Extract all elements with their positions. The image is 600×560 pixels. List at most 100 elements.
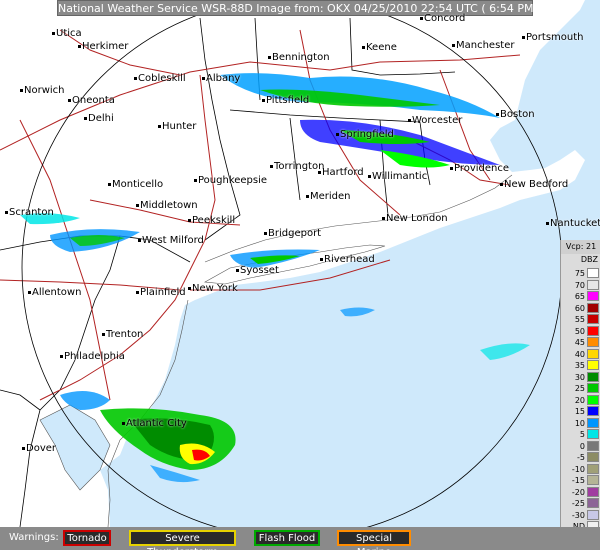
legend-swatch bbox=[587, 509, 599, 520]
legend-row--30: -30 bbox=[561, 509, 600, 521]
legend-swatch bbox=[587, 486, 599, 497]
city-name: Monticello bbox=[112, 179, 164, 190]
legend-swatch bbox=[587, 394, 599, 405]
legend-value: 35 bbox=[574, 361, 585, 370]
city-name: Albany bbox=[206, 73, 241, 84]
legend-value: -15 bbox=[571, 476, 585, 485]
city-label-poughkeepsie: Poughkeepsie bbox=[194, 175, 267, 186]
city-label-hunter: Hunter bbox=[158, 121, 196, 132]
city-name: New Bedford bbox=[504, 179, 569, 190]
city-dot bbox=[20, 88, 23, 92]
city-label-philadelphia: Philadelphia bbox=[60, 351, 125, 362]
legend-row-35: 35 bbox=[561, 360, 600, 371]
city-name: Plainfield bbox=[140, 287, 186, 298]
city-dot bbox=[122, 421, 125, 425]
legend-row-60: 60 bbox=[561, 302, 600, 314]
city-label-pittsfield: Pittsfield bbox=[262, 95, 309, 106]
city-name: Torrington bbox=[274, 161, 325, 172]
legend-value: 45 bbox=[574, 338, 585, 347]
legend-value: -5 bbox=[577, 453, 585, 462]
city-label-west-milford: West Milford bbox=[138, 235, 204, 246]
city-label-trenton: Trenton bbox=[102, 329, 143, 340]
legend-value: 5 bbox=[579, 430, 585, 439]
city-dot bbox=[318, 170, 321, 174]
base-map bbox=[0, 0, 600, 539]
legend-swatch bbox=[587, 371, 599, 382]
city-label-new-york: New York bbox=[188, 283, 238, 294]
city-label-syosset: Syosset bbox=[236, 265, 279, 276]
legend-swatch bbox=[587, 302, 599, 313]
legend-value: 75 bbox=[574, 269, 585, 278]
city-name: Hunter bbox=[162, 121, 197, 132]
legend-row--25: -25 bbox=[561, 498, 600, 509]
legend-row-55: 55 bbox=[561, 314, 600, 325]
city-name: Manchester bbox=[456, 40, 515, 51]
legend-swatch bbox=[587, 314, 599, 324]
city-dot bbox=[368, 174, 371, 178]
city-dot bbox=[134, 76, 137, 80]
city-name: Worcester bbox=[412, 115, 463, 126]
legend-swatch bbox=[587, 348, 599, 359]
legend-swatch bbox=[587, 463, 599, 474]
legend-row-20: 20 bbox=[561, 394, 600, 406]
city-name: Trenton bbox=[106, 329, 144, 340]
city-label-atlantic-city: Atlantic City bbox=[122, 418, 187, 429]
city-dot bbox=[336, 132, 339, 136]
city-name: Hartford bbox=[322, 167, 364, 178]
city-label-worcester: Worcester bbox=[408, 115, 462, 126]
city-name: Middletown bbox=[140, 200, 198, 211]
city-name: Delhi bbox=[88, 113, 114, 124]
city-label-cobleskill: Cobleskill bbox=[134, 73, 186, 84]
city-name: Springfield bbox=[340, 129, 394, 140]
dbz-unit-label: DBZ bbox=[580, 255, 598, 264]
city-dot bbox=[450, 166, 453, 170]
city-label-middletown: Middletown bbox=[136, 200, 198, 211]
legend-value: -30 bbox=[571, 510, 585, 520]
city-name: Philadelphia bbox=[64, 351, 125, 362]
city-name: New York bbox=[192, 283, 238, 294]
city-name: Oneonta bbox=[72, 95, 115, 106]
legend-value: 40 bbox=[574, 349, 585, 359]
legend-value: -10 bbox=[571, 464, 585, 474]
legend-value: 20 bbox=[574, 395, 585, 405]
city-label-providence: Providence bbox=[450, 163, 509, 174]
city-name: New London bbox=[386, 213, 448, 224]
city-name: Pittsfield bbox=[266, 95, 310, 106]
legend-row-50: 50 bbox=[561, 325, 600, 337]
city-dot bbox=[158, 124, 161, 128]
city-label-albany: Albany bbox=[202, 73, 240, 84]
reflectivity-legend: Vcp: 21 DBZ 75 70 65 60 55 50 45 40 35 30 25 20 15 10… bbox=[560, 240, 600, 541]
legend-value: -25 bbox=[571, 499, 585, 508]
city-dot bbox=[138, 238, 141, 242]
legend-swatch bbox=[587, 360, 599, 370]
city-name: Poughkeepsie bbox=[198, 175, 268, 186]
city-label-keene: Keene bbox=[362, 42, 397, 53]
city-label-meriden: Meriden bbox=[306, 191, 351, 202]
city-name: Keene bbox=[366, 42, 397, 53]
legend-row-25: 25 bbox=[561, 383, 600, 394]
city-name: Meriden bbox=[310, 191, 351, 202]
city-name: Boston bbox=[500, 109, 535, 120]
city-name: Cobleskill bbox=[138, 73, 186, 84]
city-label-springfield: Springfield bbox=[336, 129, 394, 140]
warning-special-marine: Special Marine bbox=[337, 530, 411, 558]
city-dot bbox=[408, 118, 411, 122]
city-dot bbox=[52, 31, 55, 35]
city-label-new-london: New London bbox=[382, 213, 448, 224]
legend-row-10: 10 bbox=[561, 417, 600, 429]
city-label-bennington: Bennington bbox=[268, 52, 330, 63]
city-label-oneonta: Oneonta bbox=[68, 95, 115, 106]
city-dot bbox=[22, 446, 25, 450]
city-label-concord: Concord bbox=[420, 13, 465, 24]
city-name: Riverhead bbox=[324, 254, 375, 265]
city-dot bbox=[188, 218, 191, 222]
legend-value: 65 bbox=[574, 292, 585, 301]
city-label-norwich: Norwich bbox=[20, 85, 65, 96]
city-label-boston: Boston bbox=[496, 109, 535, 120]
city-label-utica: Utica bbox=[52, 28, 82, 39]
legend-swatch bbox=[587, 498, 599, 508]
city-label-monticello: Monticello bbox=[108, 179, 163, 190]
city-label-willimantic: Willimantic bbox=[368, 171, 427, 182]
legend-row--20: -20 bbox=[561, 486, 600, 498]
city-dot bbox=[108, 182, 111, 186]
